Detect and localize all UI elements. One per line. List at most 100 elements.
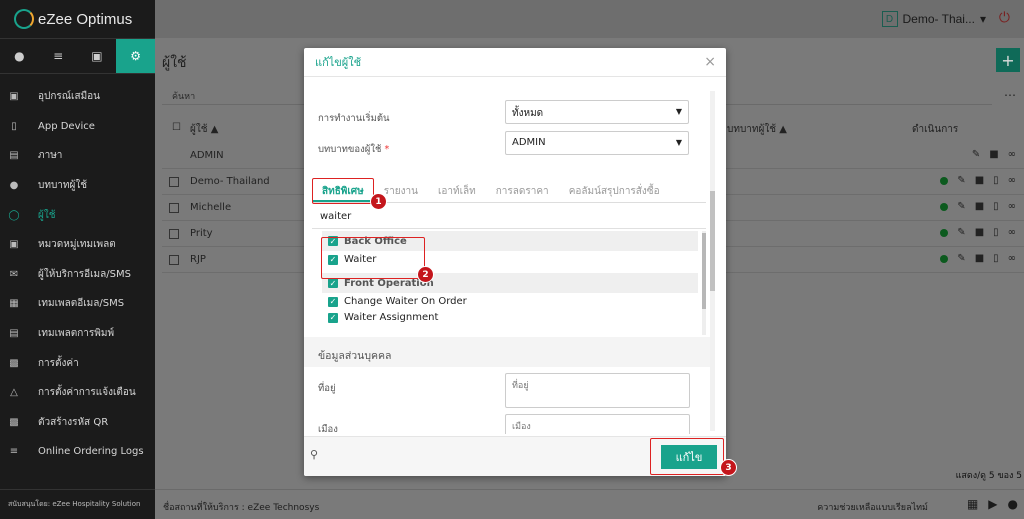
start-select[interactable]: ทั้งหมด ▼ bbox=[505, 100, 689, 124]
list-icon[interactable]: ≡ bbox=[39, 39, 78, 73]
sidebar-item-online-ordering-logs[interactable]: ≡ Online Ordering Logs bbox=[0, 437, 155, 467]
active-status-icon bbox=[940, 229, 949, 237]
delete-icon[interactable]: ▯ bbox=[993, 253, 999, 264]
scrollbar-thumb[interactable] bbox=[702, 233, 706, 309]
calendar-icon: ▦ bbox=[9, 298, 19, 310]
edit-icon[interactable]: ✎ bbox=[972, 149, 980, 160]
sidebar-item-label: เทมเพลตการพิมพ์ bbox=[38, 328, 115, 340]
sidebar: eZee Optimus ● ≡ ▣ ⚙ ▣ อุปกรณ์เสมือน ▯ App… bbox=[0, 0, 155, 519]
link-icon[interactable]: ∞ bbox=[1008, 201, 1016, 212]
personal-info-heading: ข้อมูลส่วนบุคคล bbox=[304, 337, 714, 367]
tab-outlets[interactable]: เอาท์เล็ท bbox=[428, 180, 486, 202]
column-user[interactable]: ผู้ใช้ ▲ bbox=[190, 122, 218, 137]
sidebar-item-email-sms-provider[interactable]: ✉ ผู้ให้บริการอีเมล/SMS bbox=[0, 260, 155, 290]
highlight-box-waiter-permission bbox=[321, 237, 425, 279]
gear-icon[interactable]: ⚙ bbox=[116, 39, 155, 73]
user-name: Demo- Thailand bbox=[190, 176, 270, 187]
sidebar-item-virtual-device[interactable]: ▣ อุปกรณ์เสมือน bbox=[0, 82, 155, 112]
address-field[interactable]: ที่อยู่ bbox=[505, 373, 690, 408]
step-badge: 1 bbox=[370, 193, 387, 210]
row-checkbox[interactable] bbox=[169, 177, 179, 187]
link-icon[interactable]: ∞ bbox=[1008, 149, 1016, 160]
modal-title: แก้ไขผู้ใช้ bbox=[304, 48, 726, 77]
user-icon: ◯ bbox=[8, 209, 20, 221]
edit-icon[interactable]: ✎ bbox=[957, 253, 965, 264]
sidebar-item-user-role[interactable]: ● บทบาทผู้ใช้ bbox=[0, 171, 155, 201]
sidebar-item-email-sms-template[interactable]: ▦ เทมเพลตอีเมล/SMS bbox=[0, 289, 155, 319]
sidebar-menu: ▣ อุปกรณ์เสมือน ▯ App Device ▤ ภาษา ● บทบาทผ… bbox=[0, 82, 155, 467]
row-actions: ✎ ■ ▯ ∞ bbox=[940, 175, 1016, 186]
modal-scrollbar[interactable] bbox=[710, 91, 715, 431]
permission-item[interactable]: ✓ Change Waiter On Order bbox=[328, 296, 467, 307]
role-value: ADMIN bbox=[512, 137, 546, 148]
sidebar-item-users[interactable]: ◯ ผู้ใช้ bbox=[0, 200, 155, 230]
caret-down-icon: ▼ bbox=[675, 107, 682, 116]
permission-scrollbar[interactable] bbox=[702, 231, 706, 335]
row-checkbox[interactable] bbox=[169, 229, 179, 239]
power-icon[interactable]: ⏻ bbox=[999, 10, 1010, 26]
edit-icon[interactable]: ✎ bbox=[957, 201, 965, 212]
inbox-icon: ▣ bbox=[9, 239, 19, 251]
edit-icon[interactable]: ✎ bbox=[957, 227, 965, 238]
tablet-icon: ▯ bbox=[11, 120, 17, 132]
sidebar-item-settings[interactable]: ▩ การตั้งค่า bbox=[0, 348, 155, 378]
checkbox-checked-icon[interactable]: ✓ bbox=[328, 278, 338, 288]
sidebar-item-label: ตัวสร้างรหัส QR bbox=[38, 416, 109, 428]
column-role[interactable]: บทบาทผู้ใช้ ▲ bbox=[727, 122, 787, 137]
lock-icon[interactable]: ■ bbox=[975, 175, 984, 186]
sidebar-item-label: อุปกรณ์เสมือน bbox=[38, 91, 101, 103]
sidebar-item-language[interactable]: ▤ ภาษา bbox=[0, 141, 155, 171]
apple-icon[interactable]: ● bbox=[1008, 497, 1018, 511]
delete-icon[interactable]: ▯ bbox=[993, 227, 999, 238]
lock-icon[interactable]: ■ bbox=[975, 253, 984, 264]
scrollbar-thumb[interactable] bbox=[710, 191, 715, 291]
row-checkbox[interactable] bbox=[169, 255, 179, 265]
tab-discounts[interactable]: การลดราคา bbox=[486, 180, 559, 202]
sidebar-item-qr-generator[interactable]: ▩ ตัวสร้างรหัส QR bbox=[0, 408, 155, 438]
checkbox-checked-icon[interactable]: ✓ bbox=[328, 296, 338, 307]
cart-icon[interactable]: ▣ bbox=[78, 39, 117, 73]
link-icon[interactable]: ∞ bbox=[1008, 253, 1016, 264]
link-icon[interactable]: ∞ bbox=[1008, 227, 1016, 238]
sidebar-item-template-category[interactable]: ▣ หมวดหมู่เทมเพลต bbox=[0, 230, 155, 260]
add-user-button[interactable]: + bbox=[996, 48, 1020, 72]
sidebar-item-app-device[interactable]: ▯ App Device bbox=[0, 112, 155, 142]
property-selector[interactable]: D Demo- Thai... ▾ bbox=[881, 11, 986, 27]
delete-icon[interactable]: ▯ bbox=[993, 175, 999, 186]
permission-filter-input[interactable]: waiter bbox=[312, 205, 706, 229]
row-actions: ✎ ■ ▯ ∞ bbox=[940, 253, 1016, 264]
sidebar-item-label: ผู้ให้บริการอีเมล/SMS bbox=[38, 268, 131, 280]
mail-icon: ✉ bbox=[9, 268, 19, 280]
person-icon[interactable]: ● bbox=[0, 39, 39, 73]
permission-item[interactable]: ✓ Waiter Assignment bbox=[328, 312, 438, 323]
close-icon[interactable]: × bbox=[704, 54, 716, 70]
windows-icon[interactable]: ▦ bbox=[967, 497, 978, 511]
city-field[interactable]: เมือง bbox=[505, 414, 690, 434]
checkbox-checked-icon[interactable]: ✓ bbox=[328, 312, 338, 323]
sidebar-item-label: การตั้งค่า bbox=[38, 357, 79, 369]
tab-order-summary-columns[interactable]: คอลัมน์สรุปการสั่งซื้อ bbox=[559, 180, 670, 202]
user-name: ADMIN bbox=[190, 150, 224, 161]
select-all-checkbox[interactable]: ☐ bbox=[172, 122, 181, 133]
delete-icon[interactable]: ▯ bbox=[993, 201, 999, 212]
link-icon[interactable]: ∞ bbox=[1008, 175, 1016, 186]
sidebar-item-print-template[interactable]: ▤ เทมเพลตการพิมพ์ bbox=[0, 319, 155, 349]
lock-icon[interactable]: ■ bbox=[975, 201, 984, 212]
live-help-link[interactable]: ความช่วยเหลือแบบเรียลไทม์ bbox=[817, 500, 928, 514]
search-icon[interactable]: ⚲ bbox=[310, 448, 318, 461]
row-checkbox[interactable] bbox=[169, 203, 179, 213]
required-mark: * bbox=[384, 144, 390, 155]
item-label: Change Waiter On Order bbox=[344, 296, 467, 307]
sidebar-tabs: ● ≡ ▣ ⚙ bbox=[0, 38, 155, 74]
edit-icon[interactable]: ✎ bbox=[957, 175, 965, 186]
sidebar-item-label: App Device bbox=[38, 120, 95, 132]
user-name: Prity bbox=[190, 228, 213, 239]
lock-icon[interactable]: ■ bbox=[975, 227, 984, 238]
more-options-icon[interactable]: ⋯ bbox=[1004, 88, 1016, 102]
play-store-icon[interactable]: ▶ bbox=[988, 497, 997, 511]
lock-icon[interactable]: ■ bbox=[989, 149, 998, 160]
role-select[interactable]: ADMIN ▼ bbox=[505, 131, 689, 155]
sidebar-item-label: ผู้ใช้ bbox=[38, 209, 56, 221]
sidebar-item-notification-settings[interactable]: △ การตั้งค่าการแจ้งเตือน bbox=[0, 378, 155, 408]
row-actions: ✎ ■ ▯ ∞ bbox=[940, 201, 1016, 212]
